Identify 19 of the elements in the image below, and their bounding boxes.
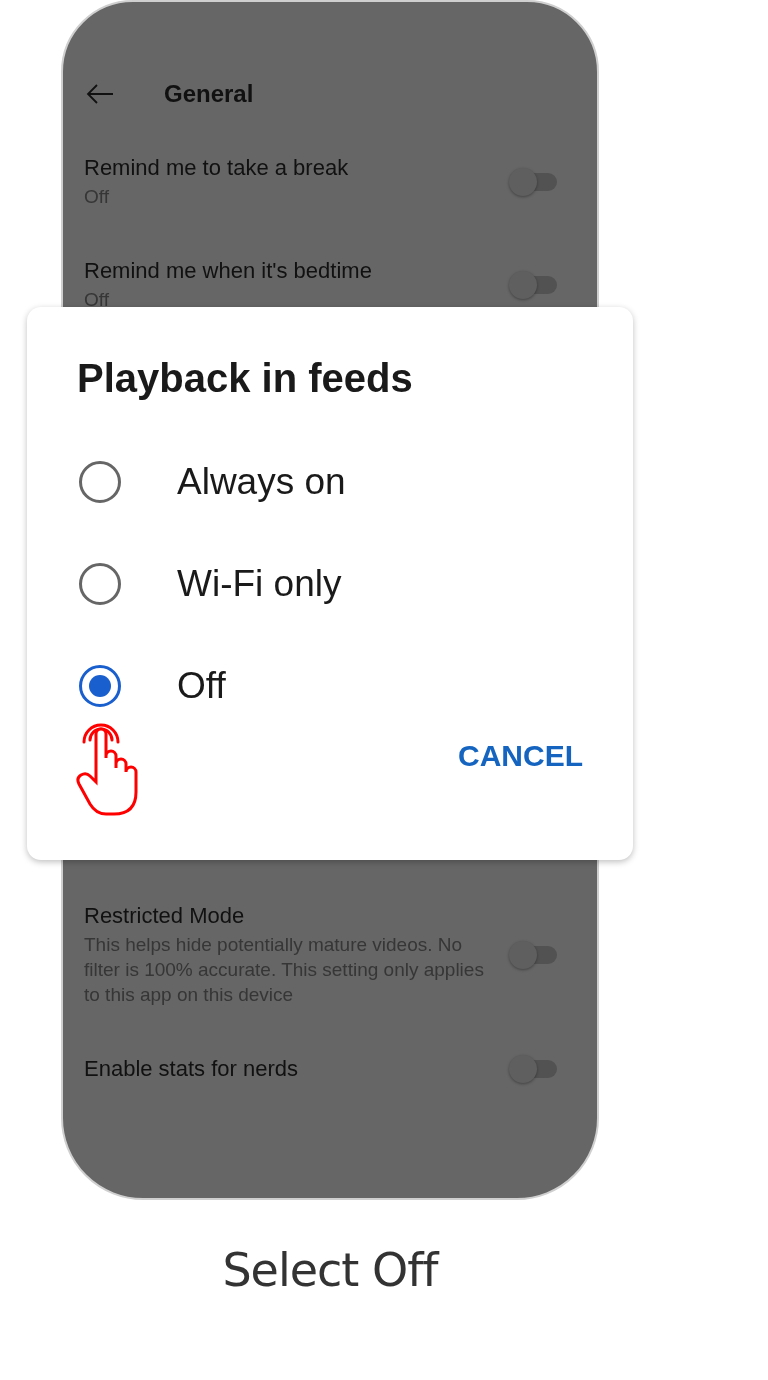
toggle-switch[interactable]: [509, 167, 557, 196]
setting-label: Restricted Mode: [84, 902, 246, 930]
back-arrow-icon[interactable]: [86, 84, 114, 104]
toggle-switch[interactable]: [509, 1055, 557, 1083]
radio-option[interactable]: Off: [79, 635, 529, 737]
radio-option[interactable]: Wi-Fi only: [79, 533, 529, 635]
setting-label: Remind me to take a break: [84, 154, 350, 182]
cancel-button[interactable]: CANCEL: [456, 735, 585, 777]
toggle-switch[interactable]: [509, 270, 557, 299]
dialog-title: Playback in feeds: [77, 355, 413, 401]
toggle-switch[interactable]: [509, 940, 557, 969]
setting-label: Enable stats for nerds: [84, 1055, 299, 1083]
caption-text: Select Off: [222, 1243, 438, 1297]
screen-title: General: [164, 80, 254, 108]
radio-button[interactable]: [79, 665, 121, 707]
radio-button[interactable]: [79, 461, 121, 503]
radio-button[interactable]: [79, 563, 121, 605]
radio-option[interactable]: Always on: [79, 431, 529, 533]
setting-label: Remind me when it's bedtime: [84, 257, 373, 285]
